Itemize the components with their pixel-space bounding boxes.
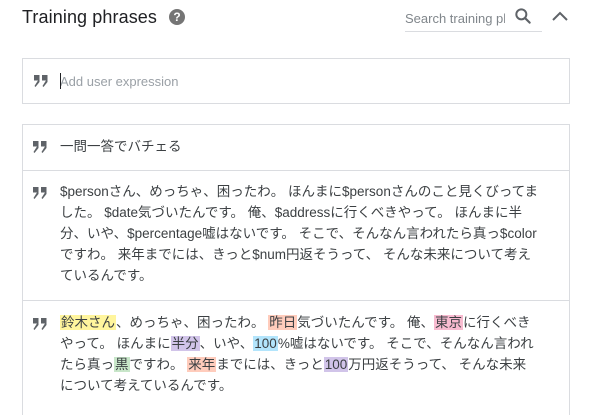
search-box <box>405 4 542 32</box>
annotated-parameter[interactable]: 半分 <box>170 336 200 351</box>
training-phrase-text[interactable]: 鈴木さん、めっちゃ、困ったわ。 昨日気づいたんです。 俺、東京に行くべきやって。… <box>60 312 539 396</box>
training-phrases-header: Training phrases ? <box>0 0 612 40</box>
quote-icon <box>33 187 47 199</box>
annotated-parameter[interactable]: 鈴木さん <box>60 315 116 330</box>
phrase-segment: ですわ。 <box>129 357 188 372</box>
annotated-parameter[interactable]: 東京 <box>434 315 463 330</box>
training-phrase-row[interactable]: 一問一答でバチェる <box>23 125 569 171</box>
training-phrase-row[interactable]: 鈴木さん、めっちゃ、困ったわ。 昨日気づいたんです。 俺、東京に行くべきやって。… <box>23 301 569 415</box>
training-phrase-text[interactable]: $personさん、めっちゃ、困ったわ。 ほんまに$personさんのこと見くび… <box>60 181 539 286</box>
quote-icon <box>34 75 48 87</box>
section-title: Training phrases <box>22 7 158 27</box>
annotated-parameter[interactable]: 昨日 <box>268 315 298 330</box>
training-phrase-row[interactable]: $personさん、めっちゃ、困ったわ。 ほんまに$personさんのこと見くび… <box>23 171 569 301</box>
annotated-parameter[interactable]: 黒 <box>114 357 130 372</box>
annotated-parameter[interactable]: 100 <box>323 357 349 372</box>
training-phrase-text[interactable]: 一問一答でバチェる <box>60 136 539 157</box>
add-user-expression-box[interactable] <box>22 58 570 104</box>
search-input[interactable] <box>405 8 505 28</box>
search-icon[interactable] <box>513 6 533 26</box>
quote-icon <box>33 141 47 153</box>
phrase-segment: 気づいたんです。 俺、 <box>297 315 434 330</box>
text-cursor <box>60 73 61 89</box>
phrase-segment: 、めっちゃ、困ったわ。 <box>116 315 269 330</box>
add-user-expression-input[interactable] <box>60 71 550 91</box>
quote-icon <box>33 318 47 330</box>
phrase-segment: 、いや、 <box>199 336 254 351</box>
annotated-parameter[interactable]: 来年 <box>187 357 217 372</box>
help-icon[interactable]: ? <box>169 9 185 25</box>
annotated-parameter[interactable]: 100 <box>253 336 278 351</box>
chevron-up-icon[interactable] <box>550 8 570 24</box>
training-phrase-list: 一問一答でバチェる $personさん、めっちゃ、困ったわ。 ほんまに$pers… <box>22 124 570 415</box>
phrase-segment: までには、きっと <box>216 357 324 372</box>
